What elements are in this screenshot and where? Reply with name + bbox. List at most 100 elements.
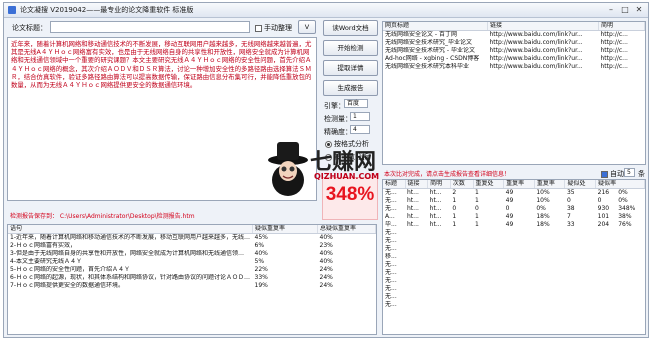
table-cell: 0 [566, 197, 571, 204]
table-row[interactable]: 无线网络安全技术研究 - 毕业论文 http://www.baidu.com/li… [383, 47, 645, 55]
table-row[interactable]: 无... [383, 301, 645, 309]
table-cell [450, 269, 473, 277]
close-icon[interactable]: ✕ [632, 4, 646, 15]
table-cell: 无... [385, 245, 397, 252]
maximize-icon[interactable]: □ [618, 4, 632, 15]
check-count-stepper[interactable]: 1 [350, 112, 370, 121]
table-row[interactable]: 无... [383, 293, 645, 301]
sentence-results-table: 语句 疑似重复率 总疑似重复率 1-近年来，随着计算机网络和移动通信技术的不断发… [7, 224, 377, 335]
table-cell [504, 261, 535, 269]
auto-count-stepper[interactable]: 5 [624, 168, 635, 177]
watermark-logo: 七赚网 QIZHUAN.COM [266, 136, 394, 198]
table-cell: 3-但是由于无线网络自身的共享性和开放性，网络安全就成为计算机网络和无线通信领… [10, 250, 244, 257]
table-row[interactable]: 无... [383, 261, 645, 269]
table-row[interactable]: 无... [383, 229, 645, 237]
table-cell [450, 229, 473, 237]
table-cell: 毕... [385, 221, 397, 228]
table-header-row: 语句 疑似重复率 总疑似重复率 [8, 225, 376, 234]
topic-input[interactable] [50, 21, 250, 33]
auto-checkbox[interactable]: 自动 [601, 169, 624, 179]
table-cell: 6-Ｈｏｃ网络的起源，现状，和其体系结构和网络协议，针对路由协议的问题讨论ＡＯＤ… [10, 274, 250, 281]
table-cell [616, 261, 644, 269]
table-cell [473, 261, 504, 269]
column-header[interactable]: 重复率 [503, 180, 535, 189]
table-row[interactable]: 无... [383, 269, 645, 277]
column-header[interactable]: 重复率 [534, 180, 566, 189]
table-cell: 38 [566, 205, 575, 212]
table-row[interactable]: 无... [383, 237, 645, 245]
table-row[interactable]: 无线网络安全技术研究_毕业论文 http://www.baidu.com/link… [383, 39, 645, 47]
column-header-suspect-rate[interactable]: 疑似重复率 [252, 225, 318, 234]
column-header-total-rate[interactable]: 总疑似重复率 [317, 225, 376, 234]
watermark-subtext: QIZHUAN.COM [314, 172, 380, 181]
start-check-button[interactable]: 开始检测 [323, 40, 378, 56]
table-cell [534, 245, 565, 253]
table-cell [473, 277, 504, 285]
table-row[interactable]: 无线网络安全论文 - 百丁网 http://www.baidu.com/link?… [383, 31, 645, 40]
table-row[interactable]: 2-Ｈｏｃ网络富有实效， 6% 23% [8, 242, 376, 250]
table-row[interactable]: 无... ht... ht... 1 1 49 10% 0 0 0% [383, 197, 645, 205]
precision-stepper[interactable]: 4 [350, 125, 370, 134]
table-cell [616, 293, 644, 301]
table-row[interactable]: 移... [383, 253, 645, 261]
table-cell: 49 [505, 197, 514, 204]
table-row[interactable]: 7-Ｈｏｃ网络提供更安全的数据通信环境。 19% 24% [8, 282, 376, 290]
table-cell [596, 301, 617, 309]
table-cell: 7-Ｈｏｃ网络提供更安全的数据通信环境。 [10, 282, 124, 289]
v-button[interactable]: V [298, 20, 316, 34]
table-cell: 0% [536, 205, 546, 212]
table-cell [534, 261, 565, 269]
column-header-page-title[interactable]: 网页标题 [383, 22, 488, 31]
completion-notice: 本次比对完成，请点击生成报告查看详细信息！ [384, 171, 511, 178]
table-cell: 无线网络安全技术研究 - 毕业论文 [385, 47, 475, 54]
table-cell: 0% [618, 197, 628, 204]
table-cell [616, 285, 644, 293]
table-cell: 23% [319, 242, 333, 249]
manual-organize-checkbox[interactable]: 手动整理 [255, 23, 292, 33]
table-row[interactable]: 4-本文主要研究无线Ａ４Ｙ 5% 40% [8, 258, 376, 266]
table-cell: ht... [429, 197, 442, 204]
table-row[interactable]: 无... [383, 245, 645, 253]
table-cell [405, 261, 428, 269]
checkbox-icon [255, 24, 262, 32]
table-cell [565, 285, 596, 293]
table-cell: 无... [385, 229, 397, 236]
table-cell: http://c... [600, 39, 628, 46]
table-cell [473, 245, 504, 253]
table-row[interactable]: 无... ht... ht... 2 1 49 10% 35 216 0% [383, 189, 645, 198]
column-header-link[interactable]: 链接 [487, 22, 599, 31]
column-header-sentence[interactable]: 语句 [8, 225, 253, 234]
column-header-brief[interactable]: 简明 [598, 22, 645, 31]
table-cell [405, 253, 428, 261]
table-cell [450, 301, 473, 309]
table-row[interactable]: 无... ht... ht... 0 0 0 0% 38 930 348% [383, 205, 645, 213]
table-row[interactable]: 3-但是由于无线网络自身的共享性和开放性，网络安全就成为计算机网络和无线通信领…… [8, 250, 376, 258]
table-cell [565, 245, 596, 253]
column-header[interactable]: 链接 [405, 180, 429, 189]
column-header[interactable]: 重复处 [473, 180, 505, 189]
table-cell [596, 285, 617, 293]
column-header[interactable]: 疑似率 [595, 180, 645, 189]
table-cell [596, 293, 617, 301]
table-row[interactable]: 无... [383, 277, 645, 285]
table-row[interactable]: 1-近年来，随着计算机网络和移动通信技术的不断发展，移动互联网用户越来越多，无线… [8, 234, 376, 243]
extract-detail-button[interactable]: 提取详情 [323, 60, 378, 76]
table-row[interactable]: 无... [383, 285, 645, 293]
minimize-icon[interactable]: – [604, 4, 618, 15]
table-row[interactable]: 6-Ｈｏｃ网络的起源，现状，和其体系结构和网络协议，针对路由协议的问题讨论ＡＯＤ… [8, 274, 376, 282]
table-row[interactable]: Ad-hoc网络 - xgbing - CSDN博客 http://www.bai… [383, 55, 645, 63]
column-header[interactable]: 次数 [450, 180, 474, 189]
table-cell [428, 261, 451, 269]
generate-report-button[interactable]: 生成报告 [323, 80, 378, 96]
read-word-button[interactable]: 读Word文档 [323, 20, 378, 36]
table-cell: http://c... [600, 55, 628, 62]
engine-select[interactable]: 百度 [344, 99, 368, 108]
table-row[interactable]: 5-Ｈｏｃ网络的安全性问题，首先介绍Ａ４Ｙ 22% 24% [8, 266, 376, 274]
table-row[interactable]: 无线网络安全技术研究本科毕业 http://www.baidu.com/link?… [383, 63, 645, 71]
table-cell: 1 [452, 221, 457, 228]
table-row[interactable]: 毕... ht... ht... 1 1 49 18% 33 204 76% [383, 221, 645, 229]
auto-unit: 条 [638, 170, 645, 178]
table-row[interactable]: A... ht... ht... 1 1 49 18% 7 101 38% [383, 213, 645, 221]
column-header[interactable]: 简明 [427, 180, 451, 189]
column-header[interactable]: 疑似处 [564, 180, 597, 189]
